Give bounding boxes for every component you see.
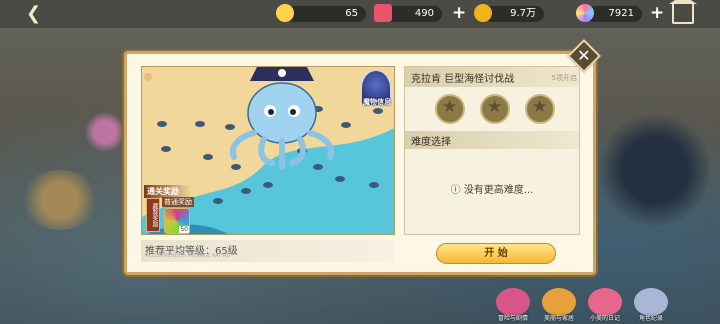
home-icon[interactable] <box>669 0 697 24</box>
ticket-icon <box>374 4 392 22</box>
raid-dialog: 魔物信息 通关奖励 藏獒奖励 普通奖励 50 推荐平均等级：65级 RECOMM… <box>124 51 596 275</box>
resource-gold: 9.7万 <box>474 4 544 22</box>
close-icon: ✕ <box>577 45 591 65</box>
reward-gem-item[interactable]: 50 <box>164 208 190 234</box>
bottom-nav-diary-label: 小美的日记 <box>589 315 620 322</box>
resource-coin-value: 65 <box>345 8 358 19</box>
no-difficulty-text: ⓘ 没有更高难度... <box>405 181 579 196</box>
reward-count: 50 <box>179 226 189 233</box>
bottom-nav-adventure[interactable]: 冒险与剧情 <box>496 288 530 322</box>
add-ticket-button[interactable]: + <box>452 4 466 22</box>
stage-side-note: 5项开启 <box>551 74 577 82</box>
stage-title-bar: 克拉肯 巨型海怪讨伐战 5项开启 <box>405 67 579 87</box>
stage-info-panel: 克拉肯 巨型海怪讨伐战 5项开启 难度选择 ⓘ 没有更高难度... <box>404 66 580 235</box>
difficulty-title: 难度选择 <box>411 137 451 148</box>
avg-level-sub: RECOMMENDED AVERAGE RATING <box>145 253 231 259</box>
info-circle-icon: ⓘ <box>450 185 464 196</box>
no-difficulty-label: 没有更高难度... <box>463 185 534 196</box>
monster-info-badge[interactable]: 魔物信息 <box>361 70 391 106</box>
resource-gold-value: 9.7万 <box>510 8 536 19</box>
resource-gem: 7921 <box>576 4 642 22</box>
reward-tag: 普通奖励 <box>162 197 194 207</box>
stage-title: 克拉肯 巨型海怪讨伐战 <box>411 74 515 85</box>
bottom-nav-beauty[interactable]: 美丽与家居 <box>542 288 576 322</box>
bottom-nav-diary[interactable]: 小美的日记 <box>588 288 622 322</box>
back-arrow-icon[interactable]: ❮ <box>26 4 48 24</box>
difficulty-header: 难度选择 <box>405 131 579 149</box>
bottom-nav-records[interactable]: 角色纪录 <box>634 288 668 322</box>
resource-gem-value: 7921 <box>608 8 634 19</box>
reward-card[interactable]: 藏獒奖励 <box>146 198 160 232</box>
resource-ticket-value: 490 <box>414 8 434 19</box>
bottom-nav-beauty-label: 美丽与家居 <box>543 315 574 322</box>
star-2-icon <box>480 94 510 124</box>
bottom-nav-adventure-label: 冒险与剧情 <box>497 315 528 322</box>
resource-coin: 65 <box>276 4 366 22</box>
star-1-icon <box>435 94 465 124</box>
star-3-icon <box>525 94 555 124</box>
top-resource-bar: ❮ 65 490 + 9.7万 7921 + <box>0 0 720 28</box>
monster-info-label: 魔物信息 <box>363 98 391 106</box>
avg-level-bar: 推荐平均等级：65级 RECOMMENDED AVERAGE RATING <box>141 240 395 262</box>
gem-icon <box>576 4 594 22</box>
star-rating <box>435 94 555 124</box>
coin-icon <box>276 4 294 22</box>
resource-ticket: 490 <box>374 4 442 22</box>
start-button[interactable]: 开 始 <box>436 243 556 264</box>
stage-map: 魔物信息 通关奖励 藏獒奖励 普通奖励 50 <box>141 66 395 235</box>
bottom-nav-records-label: 角色纪录 <box>638 315 663 322</box>
gold-coin-icon <box>474 4 492 22</box>
add-gem-button[interactable]: + <box>650 4 664 22</box>
